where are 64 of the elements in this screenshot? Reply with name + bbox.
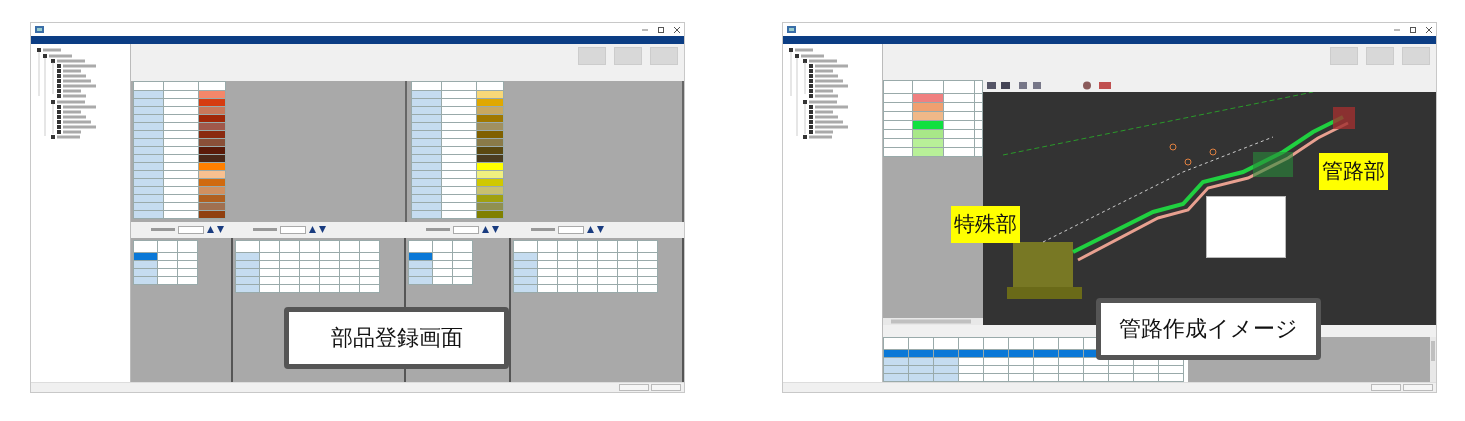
down-arrow-icon[interactable] [597, 226, 604, 234]
context-menu[interactable] [1206, 196, 1286, 258]
column-header [339, 240, 360, 253]
column-header [557, 240, 578, 253]
spinner-label-drawing [531, 227, 555, 232]
column-header [411, 81, 441, 91]
down-arrow-icon[interactable] [319, 226, 326, 234]
down-arrow-icon[interactable] [217, 226, 224, 234]
column-header [198, 81, 226, 91]
column-header [133, 240, 158, 253]
column-header [577, 240, 598, 253]
number-field[interactable] [178, 225, 204, 234]
maximize-icon[interactable] [658, 26, 664, 33]
column-header [617, 240, 638, 253]
column-header [908, 337, 934, 350]
minimize-icon[interactable] [642, 28, 648, 31]
column-header [597, 240, 618, 253]
number-field[interactable] [280, 225, 306, 234]
column-header [513, 240, 538, 253]
spinner-label-drawing [253, 227, 277, 232]
column-header [359, 240, 380, 253]
column-header [235, 240, 260, 253]
number-field[interactable] [453, 225, 479, 234]
column-header [299, 240, 320, 253]
column-header [319, 240, 340, 253]
scrollbar[interactable] [883, 317, 983, 325]
callout-label: 管路部 [1319, 153, 1388, 191]
column-header [408, 240, 433, 253]
up-arrow-icon[interactable] [309, 226, 316, 234]
close-icon[interactable] [1426, 26, 1432, 33]
column-header [883, 337, 909, 350]
spinner-label-drawing [426, 227, 450, 232]
column-header [958, 337, 984, 350]
maximize-icon[interactable] [1410, 26, 1416, 33]
column-header [177, 240, 198, 253]
app-icon [787, 26, 796, 33]
column-header [133, 81, 164, 91]
column-header [452, 240, 473, 253]
column-header [933, 337, 959, 350]
column-header [537, 240, 558, 253]
up-arrow-icon[interactable] [482, 226, 489, 234]
callout-label: 特殊部 [951, 206, 1020, 244]
number-field[interactable] [558, 225, 584, 234]
column-header [279, 240, 300, 253]
column-header [883, 80, 913, 94]
caption-box: 部品登録画面 [284, 307, 509, 369]
column-header [983, 337, 1009, 350]
down-arrow-icon[interactable] [492, 226, 499, 234]
app-icon [35, 26, 44, 33]
up-arrow-icon[interactable] [587, 226, 594, 234]
column-header [441, 81, 476, 91]
column-header [637, 240, 658, 253]
column-header [157, 240, 178, 253]
minimize-icon[interactable] [1394, 28, 1400, 31]
column-header [912, 80, 944, 94]
column-header [432, 240, 453, 253]
column-header [259, 240, 280, 253]
scrollbar[interactable] [1430, 337, 1436, 382]
column-header [476, 81, 503, 91]
caption-box: 管路作成イメージ [1096, 298, 1321, 360]
column-header [163, 81, 199, 91]
spinner-label-drawing [151, 227, 175, 232]
up-arrow-icon[interactable] [207, 226, 214, 234]
close-icon[interactable] [674, 26, 680, 33]
